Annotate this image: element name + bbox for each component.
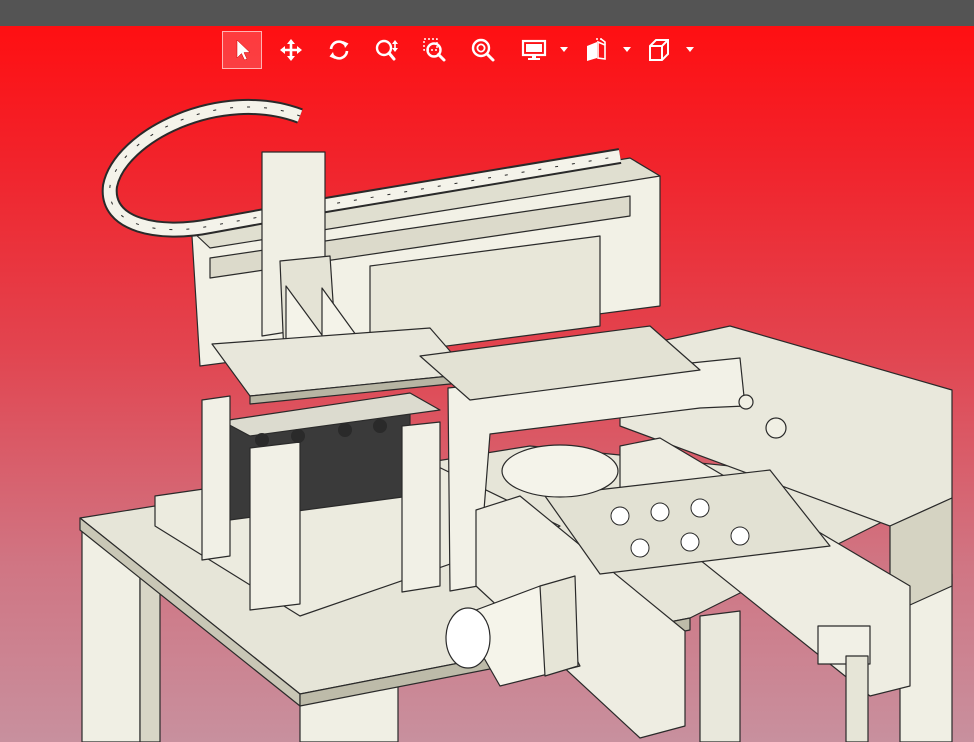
view-orientation-dropdown[interactable] [683, 31, 697, 69]
section-plane-icon [587, 38, 606, 61]
display-mode-button[interactable] [514, 31, 554, 69]
view-orientation-button[interactable] [639, 31, 679, 69]
motor-flange [539, 575, 579, 677]
display-mode-dropdown[interactable] [557, 31, 571, 69]
chevron-down-icon [686, 47, 694, 52]
monitor-icon [521, 39, 547, 60]
motor-end-cap [445, 607, 491, 669]
rotate-icon [329, 40, 349, 60]
cursor-arrow-icon [236, 39, 251, 61]
magazine-post-mid [249, 441, 301, 611]
3d-viewport[interactable] [0, 26, 974, 742]
zoom-window-tool-button[interactable] [415, 31, 455, 69]
knob [765, 417, 787, 439]
zoom-fit-tool-button[interactable] [463, 31, 503, 69]
title-bar [0, 0, 974, 26]
rotary-drum [501, 444, 619, 498]
zoom-fit-icon [471, 38, 495, 62]
chevron-down-icon [560, 47, 568, 52]
move-arrows-icon [280, 39, 302, 61]
rotate-tool-button[interactable] [319, 31, 359, 69]
magazine-post-right [401, 421, 441, 593]
view-toolbar [222, 29, 702, 71]
zoom-updown-icon [375, 39, 398, 61]
cad-assembly-model[interactable] [0, 26, 974, 742]
cad-viewer-window [0, 0, 974, 742]
terminal-block [845, 655, 869, 742]
zoom-window-icon [423, 38, 446, 62]
section-view-button[interactable] [576, 31, 616, 69]
magazine-post-left [201, 395, 231, 561]
frame-leg-right [699, 610, 741, 742]
cube-view-icon [649, 39, 669, 61]
pan-tool-button[interactable] [271, 31, 311, 69]
select-tool-button[interactable] [222, 31, 262, 69]
chevron-down-icon [623, 47, 631, 52]
knob-2 [738, 394, 754, 410]
section-view-dropdown[interactable] [620, 31, 634, 69]
zoom-tool-button[interactable] [367, 31, 407, 69]
